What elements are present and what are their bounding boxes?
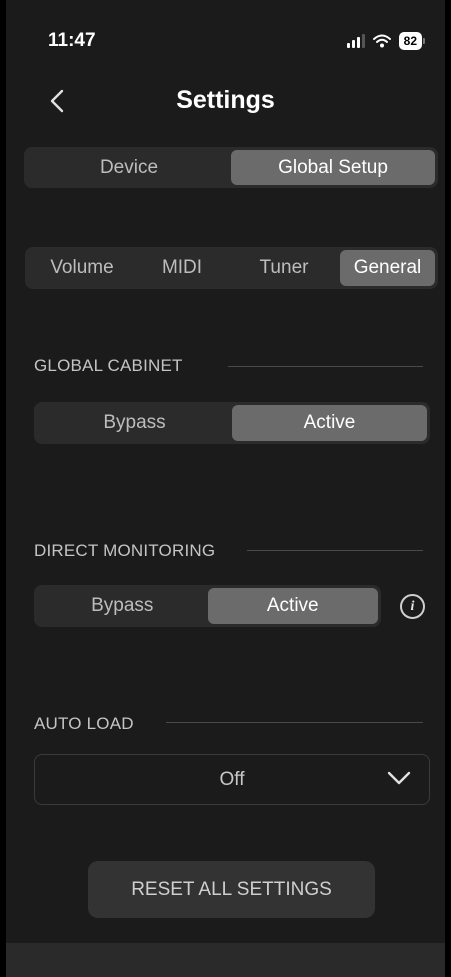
device-global-segment: Device Global Setup	[24, 147, 438, 188]
direct-monitoring-active[interactable]: Active	[207, 588, 378, 624]
segment-device[interactable]: Device	[27, 150, 231, 185]
status-icons: 82	[346, 32, 425, 50]
divider	[247, 550, 423, 551]
direct-monitoring-segment: Bypass Active	[34, 585, 381, 627]
info-icon[interactable]: i	[400, 594, 425, 619]
direct-monitoring-label: DIRECT MONITORING	[34, 541, 216, 560]
segment-global-setup[interactable]: Global Setup	[231, 150, 435, 185]
auto-load-label: AUTO LOAD	[34, 714, 134, 733]
auto-load-select[interactable]: Off	[34, 754, 430, 805]
auto-load-value: Off	[219, 768, 245, 790]
battery-icon: 82	[398, 32, 425, 50]
global-cabinet-label: GLOBAL CABINET	[34, 356, 183, 375]
tab-volume[interactable]: Volume	[28, 250, 136, 286]
settings-tabs: Volume MIDI Tuner General	[25, 247, 438, 289]
global-cabinet-active[interactable]: Active	[232, 405, 427, 441]
divider	[166, 722, 423, 723]
bottom-bar	[6, 943, 445, 977]
global-cabinet-bypass[interactable]: Bypass	[37, 405, 232, 441]
tab-midi[interactable]: MIDI	[136, 250, 228, 286]
page-title: Settings	[176, 86, 275, 114]
status-time: 11:47	[48, 30, 96, 51]
global-cabinet-segment: Bypass Active	[34, 402, 430, 444]
direct-monitoring-bypass[interactable]: Bypass	[37, 588, 208, 624]
divider	[228, 366, 423, 367]
battery-level: 82	[398, 32, 422, 50]
signal-icon	[346, 34, 365, 48]
wifi-icon	[372, 34, 391, 48]
reset-all-settings-button[interactable]: RESET ALL SETTINGS	[88, 861, 375, 918]
tab-tuner[interactable]: Tuner	[228, 250, 340, 286]
settings-screen: 11:47 82 Settings Device Global Setup Vo…	[6, 0, 445, 977]
tab-general[interactable]: General	[340, 250, 435, 286]
chevron-down-icon	[387, 771, 411, 785]
